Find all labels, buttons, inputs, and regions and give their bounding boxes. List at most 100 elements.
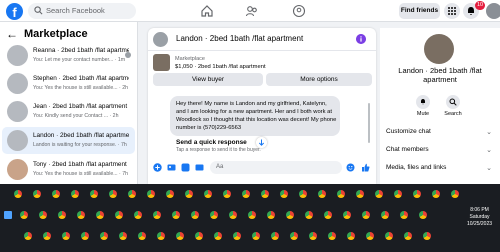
taskbar-app-icon[interactable] xyxy=(172,211,180,219)
taskbar-app-icon[interactable] xyxy=(385,232,393,240)
taskbar-app-icon[interactable] xyxy=(24,232,32,240)
info-icon[interactable] xyxy=(356,34,366,44)
taskbar-app-icon[interactable] xyxy=(261,190,269,198)
taskbar-app-icon[interactable] xyxy=(413,190,421,198)
taskbar-app-icon[interactable] xyxy=(100,232,108,240)
taskbar-app-icon[interactable] xyxy=(451,190,459,198)
search-input[interactable]: Search Facebook xyxy=(28,3,136,19)
windows-start-icon[interactable] xyxy=(4,211,12,219)
customize-chat-row[interactable]: Customize chat ⌄ xyxy=(386,128,496,140)
taskbar-app-icon[interactable] xyxy=(81,232,89,240)
conversation-item[interactable]: Stephen · 2bed 1bath /flat apartment You… xyxy=(2,70,135,97)
taskbar-app-icon[interactable] xyxy=(119,232,127,240)
taskbar-app-icon[interactable] xyxy=(305,211,313,219)
taskbar-app-icon[interactable] xyxy=(191,211,199,219)
taskbar-app-icon[interactable] xyxy=(242,190,250,198)
taskbar-app-icon[interactable] xyxy=(248,211,256,219)
taskbar-app-icon[interactable] xyxy=(280,190,288,198)
chat-title[interactable]: Landon · 2bed 1bath /flat apartment xyxy=(176,34,303,43)
taskbar-app-icon[interactable] xyxy=(252,232,260,240)
taskbar-app-icon[interactable] xyxy=(134,211,142,219)
message-input[interactable]: Aa xyxy=(210,161,342,174)
taskbar-app-icon[interactable] xyxy=(90,190,98,198)
emoji-icon[interactable] xyxy=(346,163,355,172)
taskbar-app-icon[interactable] xyxy=(381,211,389,219)
taskbar-app-icon[interactable] xyxy=(153,211,161,219)
apps-grid-icon[interactable] xyxy=(444,3,460,19)
taskbar-app-icon[interactable] xyxy=(356,190,364,198)
add-icon[interactable] xyxy=(153,163,162,172)
taskbar-app-icon[interactable] xyxy=(185,190,193,198)
taskbar-app-icon[interactable] xyxy=(109,190,117,198)
taskbar-app-icon[interactable] xyxy=(43,232,51,240)
taskbar-app-icon[interactable] xyxy=(62,232,70,240)
listing-card[interactable]: Marketplace $1,050 · 2bed 1bath /flat ap… xyxy=(153,54,371,74)
taskbar-app-icon[interactable] xyxy=(366,232,374,240)
taskbar-app-icon[interactable] xyxy=(14,190,22,198)
taskbar-app-icon[interactable] xyxy=(58,211,66,219)
taskbar-app-icon[interactable] xyxy=(233,232,241,240)
taskbar-app-icon[interactable] xyxy=(271,232,279,240)
photo-icon[interactable] xyxy=(167,163,176,172)
taskbar-app-icon[interactable] xyxy=(204,190,212,198)
back-arrow-icon[interactable]: ← xyxy=(6,27,18,41)
taskbar-app-icon[interactable] xyxy=(195,232,203,240)
chat-avatar[interactable] xyxy=(153,32,168,47)
taskbar-app-icon[interactable] xyxy=(267,211,275,219)
taskbar-app-icon[interactable] xyxy=(223,190,231,198)
taskbar-app-icon[interactable] xyxy=(210,211,218,219)
taskbar-app-icon[interactable] xyxy=(33,190,41,198)
taskbar-app-icon[interactable] xyxy=(214,232,222,240)
taskbar-app-icon[interactable] xyxy=(39,211,47,219)
taskbar-app-icon[interactable] xyxy=(309,232,317,240)
sticker-icon[interactable] xyxy=(181,163,190,172)
taskbar-app-icon[interactable] xyxy=(115,211,123,219)
taskbar-app-icon[interactable] xyxy=(229,211,237,219)
taskbar-app-icon[interactable] xyxy=(166,190,174,198)
taskbar-app-icon[interactable] xyxy=(128,190,136,198)
taskbar-app-icon[interactable] xyxy=(71,190,79,198)
view-buyer-button[interactable]: View buyer xyxy=(153,73,263,86)
taskbar-app-icon[interactable] xyxy=(337,190,345,198)
more-options-button[interactable]: More options xyxy=(266,73,372,86)
mute-button[interactable]: Mute xyxy=(408,95,438,117)
groups-icon[interactable] xyxy=(292,4,306,18)
taskbar-app-icon[interactable] xyxy=(419,211,427,219)
thumbs-up-icon[interactable] xyxy=(361,163,370,172)
gif-icon[interactable] xyxy=(195,163,204,172)
quick-response-panel[interactable]: Send a quick response Tap a response to … xyxy=(170,137,340,155)
taskbar-app-icon[interactable] xyxy=(318,190,326,198)
taskbar-app-icon[interactable] xyxy=(20,211,28,219)
taskbar-app-icon[interactable] xyxy=(394,190,402,198)
media-files-links-row[interactable]: Media, files and links ⌄ xyxy=(386,164,496,176)
facebook-logo[interactable]: f xyxy=(6,3,23,20)
find-friends-button[interactable]: Find friends xyxy=(399,3,440,19)
scroll-down-icon[interactable] xyxy=(256,137,267,148)
system-clock[interactable]: 8:06 PM Saturday 10/25/2023 xyxy=(467,207,492,228)
taskbar-app-icon[interactable] xyxy=(157,232,165,240)
conversation-item[interactable]: Jean · 2bed 1bath /flat apartment You: K… xyxy=(2,98,135,125)
taskbar-app-icon[interactable] xyxy=(432,190,440,198)
taskbar-app-icon[interactable] xyxy=(96,211,104,219)
chat-scrollbar[interactable] xyxy=(368,103,370,143)
search-in-chat-button[interactable]: Search xyxy=(438,95,468,117)
taskbar-app-icon[interactable] xyxy=(324,211,332,219)
taskbar-app-icon[interactable] xyxy=(362,211,370,219)
home-icon[interactable] xyxy=(200,4,214,18)
taskbar-app-icon[interactable] xyxy=(286,211,294,219)
people-icon[interactable] xyxy=(245,4,259,18)
taskbar-app-icon[interactable] xyxy=(176,232,184,240)
taskbar-app-icon[interactable] xyxy=(147,190,155,198)
conversation-item[interactable]: Tony · 2bed 1bath /flat apartment You: Y… xyxy=(2,156,135,183)
conversation-item[interactable]: Reanna · 2bed 1bath /flat apartment You:… xyxy=(2,42,135,69)
taskbar-app-icon[interactable] xyxy=(404,232,412,240)
profile-avatar[interactable] xyxy=(486,3,500,19)
taskbar-app-icon[interactable] xyxy=(290,232,298,240)
taskbar-app-icon[interactable] xyxy=(400,211,408,219)
taskbar-app-icon[interactable] xyxy=(328,232,336,240)
taskbar-app-icon[interactable] xyxy=(299,190,307,198)
conversation-item-active[interactable]: Landon · 2bed 1bath /flat apartment Land… xyxy=(2,127,135,154)
taskbar-app-icon[interactable] xyxy=(375,190,383,198)
taskbar-app-icon[interactable] xyxy=(52,190,60,198)
taskbar-app-icon[interactable] xyxy=(77,211,85,219)
